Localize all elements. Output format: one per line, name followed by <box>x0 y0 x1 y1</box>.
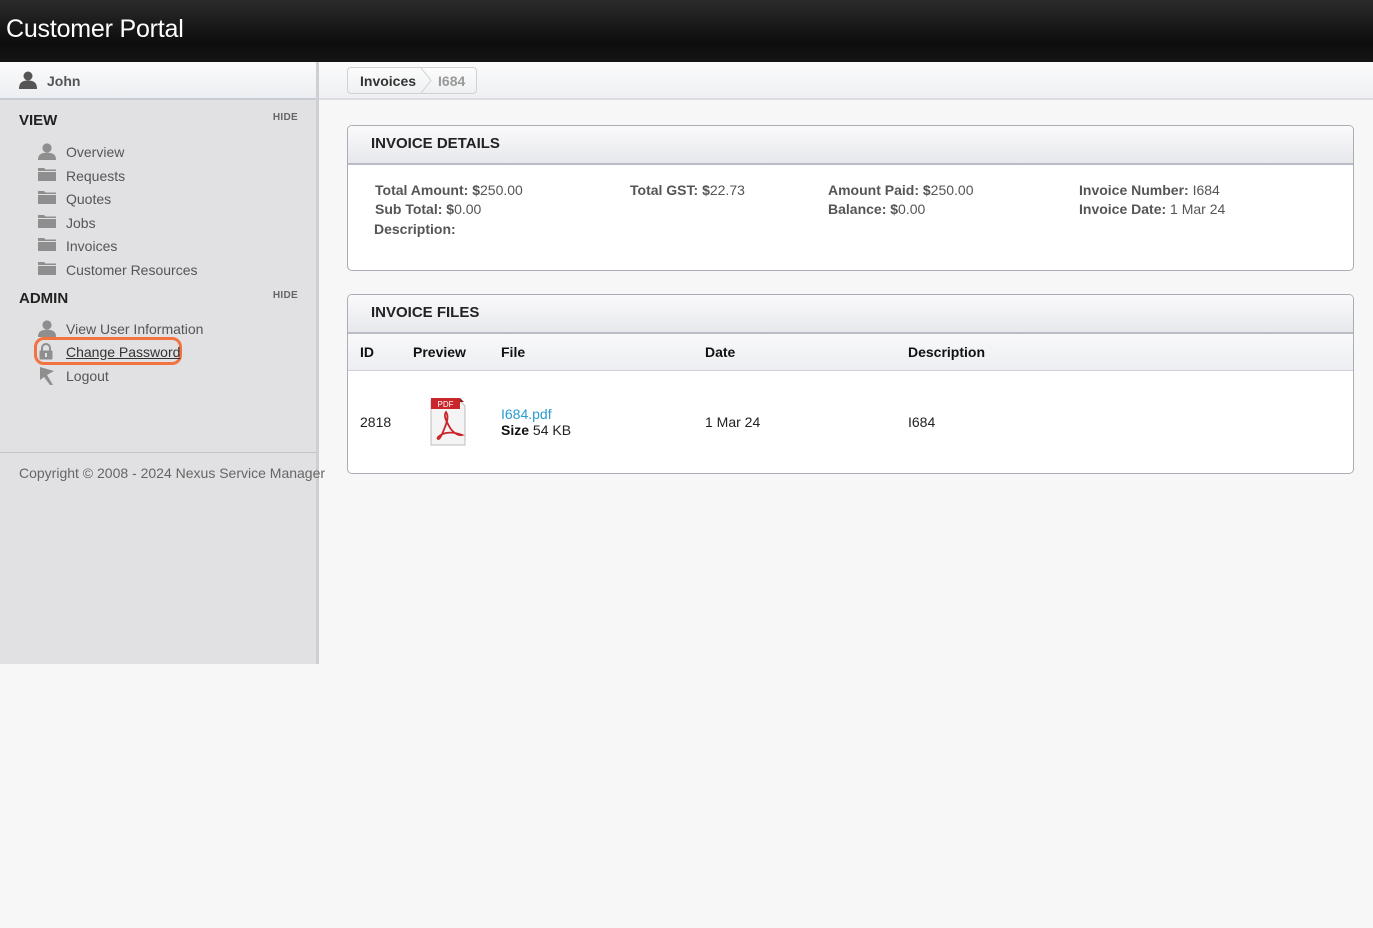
file-size: Size 54 KB <box>501 422 705 438</box>
detail-label: Total GST: $ <box>630 182 710 198</box>
detail-value: 1 Mar 24 <box>1170 201 1226 217</box>
sidebar-item-label[interactable]: Overview <box>66 144 124 160</box>
pdf-icon[interactable]: PDF <box>429 396 467 449</box>
detail-balance: Balance: $0.00 <box>828 201 925 217</box>
detail-label: Invoice Date: <box>1079 201 1167 217</box>
detail-label: Description: <box>374 221 456 237</box>
invoice-files-header: INVOICE FILES <box>348 295 1353 334</box>
detail-label: Invoice Number: <box>1079 182 1189 198</box>
detail-total-amount: Total Amount: $250.00 <box>375 182 523 198</box>
sidebar-item-requests[interactable]: Requests <box>0 164 316 188</box>
cell-description: I684 <box>908 414 936 430</box>
folder-icon <box>38 261 56 278</box>
view-nav-list: Overview Requests Quotes Jobs Invoices C… <box>0 140 316 282</box>
admin-section-title: ADMIN <box>19 289 69 307</box>
detail-value: 0.00 <box>454 201 482 217</box>
sidebar-item-view-user-information[interactable]: View User Information <box>0 317 316 341</box>
cell-date: 1 Mar 24 <box>705 414 761 430</box>
user-bar[interactable]: John <box>0 62 316 100</box>
top-header: Customer Portal <box>0 0 1373 62</box>
cell-file: I684.pdf Size 54 KB <box>501 371 705 474</box>
folder-icon <box>38 214 56 231</box>
invoice-files-panel: INVOICE FILES ID Preview File Date Descr… <box>347 294 1354 474</box>
folder-icon <box>38 167 56 184</box>
file-size-label: Size <box>501 422 530 438</box>
admin-hide-button[interactable]: HIDE <box>273 290 298 301</box>
detail-invoice-number: Invoice Number: I684 <box>1079 182 1220 198</box>
copyright-text: Copyright © 2008 - 2024 Nexus Service Ma… <box>19 465 326 481</box>
table-header-row: ID Preview File Date Description <box>348 334 1353 371</box>
detail-label: Amount Paid: $ <box>828 182 931 198</box>
invoice-files-title: INVOICE FILES <box>371 304 480 321</box>
view-section-header: VIEW HIDE <box>0 112 316 134</box>
user-icon <box>38 143 56 160</box>
invoice-details-header: INVOICE DETAILS <box>348 126 1353 165</box>
cell-id: 2818 <box>360 414 392 430</box>
column-header-date: Date <box>705 334 908 371</box>
sidebar-item-jobs[interactable]: Jobs <box>0 211 316 235</box>
sidebar-item-label[interactable]: View User Information <box>66 321 203 337</box>
breadcrumb-bar: Invoices I684 <box>319 62 1373 100</box>
detail-value: 22.73 <box>709 182 745 198</box>
sidebar-item-label[interactable]: Invoices <box>66 238 117 254</box>
folder-icon <box>38 237 56 254</box>
admin-nav-list: View User Information Change Password Lo… <box>0 317 316 388</box>
user-icon <box>38 319 56 337</box>
column-header-file: File <box>501 334 705 371</box>
cell-preview: PDF <box>413 371 501 474</box>
logout-icon <box>38 366 56 385</box>
sidebar-item-label[interactable]: Change Password <box>66 344 180 360</box>
detail-value: 250.00 <box>930 182 974 198</box>
invoice-details-title: INVOICE DETAILS <box>371 135 500 152</box>
detail-label: Sub Total: $ <box>375 201 455 217</box>
sidebar-item-overview[interactable]: Overview <box>0 140 316 164</box>
detail-label: Total Amount: $ <box>375 182 480 198</box>
breadcrumb-invoices[interactable]: Invoices <box>360 73 416 89</box>
sidebar-item-label[interactable]: Jobs <box>66 215 96 231</box>
pdf-badge-text: PDF <box>438 400 454 409</box>
lock-icon <box>38 343 56 360</box>
detail-description: Description: <box>374 221 456 237</box>
sidebar-item-label[interactable]: Requests <box>66 168 125 184</box>
admin-section-header: ADMIN HIDE <box>0 290 316 312</box>
user-icon <box>19 71 37 92</box>
sidebar-item-label[interactable]: Quotes <box>66 191 111 207</box>
detail-label: Balance: $ <box>828 201 899 217</box>
sidebar-item-invoices[interactable]: Invoices <box>0 234 316 258</box>
sidebar-item-label[interactable]: Logout <box>66 368 109 384</box>
invoice-details-panel: INVOICE DETAILS Total Amount: $250.00 Su… <box>347 125 1354 271</box>
detail-amount-paid: Amount Paid: $250.00 <box>828 182 974 198</box>
detail-value: I684 <box>1192 182 1220 198</box>
sidebar: John VIEW HIDE Overview Requests Quotes <box>0 62 325 664</box>
breadcrumb-separator-icon <box>420 67 432 94</box>
user-name: John <box>47 73 81 89</box>
column-header-preview: Preview <box>413 334 501 371</box>
file-link[interactable]: I684.pdf <box>501 406 552 422</box>
column-header-description: Description <box>908 334 1353 371</box>
sidebar-item-quotes[interactable]: Quotes <box>0 187 316 211</box>
sidebar-divider <box>0 452 316 453</box>
detail-invoice-date: Invoice Date: 1 Mar 24 <box>1079 201 1225 217</box>
column-header-id: ID <box>348 334 413 371</box>
detail-value: 0.00 <box>898 201 926 217</box>
detail-total-gst: Total GST: $22.73 <box>630 182 745 198</box>
view-section-title: VIEW <box>19 112 58 129</box>
sidebar-item-logout[interactable]: Logout <box>0 364 316 388</box>
invoice-files-table: ID Preview File Date Description 2818 PD… <box>348 334 1353 473</box>
app-title: Customer Portal <box>6 15 184 43</box>
breadcrumb-current: I684 <box>438 72 466 89</box>
sidebar-item-label[interactable]: Customer Resources <box>66 262 198 278</box>
sidebar-item-customer-resources[interactable]: Customer Resources <box>0 258 316 282</box>
detail-sub-total: Sub Total: $0.00 <box>375 201 481 217</box>
sidebar-item-change-password[interactable]: Change Password <box>0 337 316 366</box>
folder-icon <box>38 190 56 207</box>
file-size-value: 54 KB <box>532 422 572 438</box>
breadcrumb: Invoices I684 <box>347 67 478 94</box>
detail-value: 250.00 <box>480 182 523 198</box>
view-hide-button[interactable]: HIDE <box>273 112 298 123</box>
table-row: 2818 PDF I684.pdf Size 54 KB 1 Mar 24 I6… <box>348 371 1353 474</box>
